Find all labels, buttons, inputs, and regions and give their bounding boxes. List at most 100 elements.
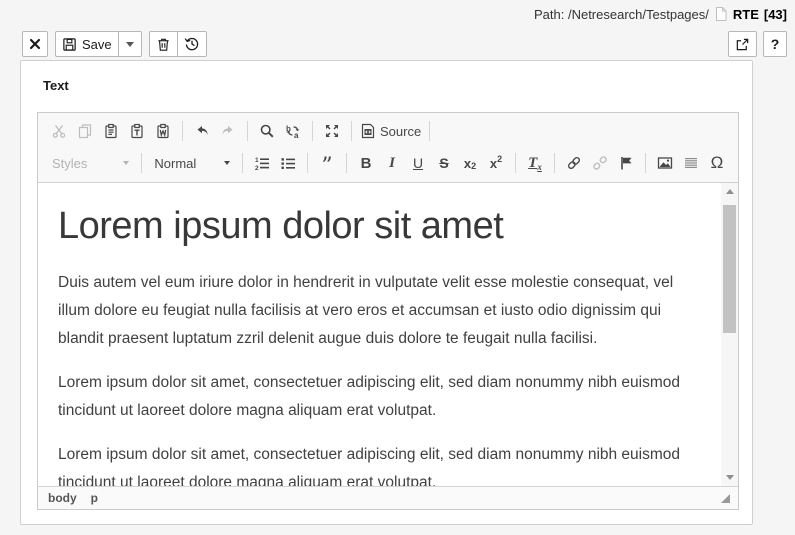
copy-icon [77, 123, 93, 139]
toolbar-separator [645, 153, 646, 173]
copy-button[interactable] [72, 118, 98, 144]
paste-word-icon [155, 123, 171, 139]
vertical-scrollbar[interactable] [721, 183, 738, 486]
chevron-down-icon [224, 161, 230, 165]
special-character-button[interactable]: Ω [704, 150, 730, 176]
scroll-up-icon [725, 189, 734, 194]
toolbar-separator [247, 121, 248, 141]
format-dropdown[interactable]: Normal [148, 150, 236, 176]
close-icon [29, 38, 41, 50]
styles-dropdown-label: Styles [52, 155, 88, 171]
rte-document[interactable]: Lorem ipsum dolor sit amet Duis autem ve… [38, 183, 721, 486]
paste-from-word-button[interactable] [150, 118, 176, 144]
paste-as-text-button[interactable] [124, 118, 150, 144]
numbered-list-icon: 12 [254, 155, 270, 171]
source-icon [360, 123, 376, 139]
history-icon [184, 36, 200, 52]
underline-icon: U [412, 155, 424, 171]
toolbar-separator [141, 153, 143, 173]
horizontal-line-button[interactable] [678, 150, 704, 176]
save-button-label: Save [82, 36, 112, 52]
italic-icon: I [389, 154, 395, 171]
link-icon [566, 155, 582, 171]
save-floppy-icon [62, 37, 77, 52]
paste-button[interactable] [98, 118, 124, 144]
paste-icon [103, 123, 119, 139]
bold-button[interactable]: B [353, 150, 379, 176]
resize-handle-icon[interactable] [721, 493, 730, 503]
delete-button[interactable] [148, 31, 178, 57]
scrollbar-thumb[interactable] [723, 205, 736, 333]
page-path-label: Path: /Netresearch/Testpages/ [534, 6, 709, 22]
document-icon [714, 6, 728, 22]
help-button[interactable]: ? [763, 31, 787, 57]
superscript-icon: x2 [489, 153, 503, 171]
rich-text-editor: ba Source Styles Normal 1 2 ” B I U S x … [37, 112, 739, 510]
toolbar-separator [312, 121, 313, 141]
toolbar-separator [351, 121, 352, 141]
bulleted-list-button[interactable] [275, 150, 301, 176]
docheader-buttons-left: Save [22, 31, 207, 57]
scroll-up-button[interactable] [721, 183, 738, 200]
svg-text:2: 2 [255, 165, 259, 171]
format-dropdown-label: Normal [154, 155, 197, 171]
toolbar-separator [307, 153, 308, 173]
chevron-down-icon [123, 161, 130, 165]
element-path-body[interactable]: body [48, 491, 77, 505]
close-button[interactable] [22, 31, 48, 57]
unlink-button[interactable] [587, 150, 613, 176]
source-button-label: Source [380, 123, 422, 139]
superscript-button[interactable]: x2 [483, 150, 509, 176]
styles-dropdown[interactable]: Styles [46, 150, 135, 176]
image-button[interactable] [652, 150, 678, 176]
strikethrough-button[interactable]: S [431, 150, 457, 176]
maximize-button[interactable] [319, 118, 345, 144]
svg-text:a: a [294, 131, 299, 139]
help-icon: ? [770, 36, 780, 52]
toolbar-separator [182, 121, 183, 141]
underline-button[interactable]: U [405, 150, 431, 176]
bold-icon: B [360, 154, 372, 172]
italic-button[interactable]: I [379, 150, 405, 176]
unlink-icon [592, 155, 608, 171]
horizontal-line-icon [683, 155, 699, 171]
blockquote-button[interactable]: ” [314, 150, 340, 179]
subscript-button[interactable]: x2 [457, 150, 483, 176]
element-path-p[interactable]: p [91, 491, 98, 505]
numbered-list-button[interactable]: 12 [249, 150, 275, 176]
find-icon [259, 123, 275, 139]
content-paragraph: Lorem ipsum dolor sit amet, consectetuer… [58, 374, 681, 419]
replace-button[interactable]: ba [280, 118, 306, 144]
anchor-flag-icon [618, 155, 634, 171]
save-button[interactable]: Save [55, 31, 119, 57]
subscript-icon: x2 [463, 155, 477, 171]
rte-toolbar-row-2: Styles Normal 12 ” B I U S x 2 x 2 T x Ω [46, 147, 730, 179]
redo-button[interactable] [215, 118, 241, 144]
history-button[interactable] [176, 31, 207, 57]
link-button[interactable] [561, 150, 587, 176]
cut-button[interactable] [46, 118, 72, 144]
dropdown-caret-icon [125, 41, 134, 47]
scroll-down-button[interactable] [721, 469, 738, 486]
save-options-button[interactable] [117, 31, 142, 57]
find-button[interactable] [254, 118, 280, 144]
content-paragraph: Lorem ipsum dolor sit amet, consectetuer… [58, 446, 681, 486]
open-new-window-icon [735, 37, 750, 52]
svg-text:1: 1 [255, 157, 259, 164]
source-button[interactable]: Source [358, 118, 423, 144]
content-paragraph: Duis autem vel eum iriure dolor in hendr… [58, 274, 674, 347]
bulleted-list-icon [280, 155, 296, 171]
undo-button[interactable] [189, 118, 215, 144]
rte-content-area[interactable]: Lorem ipsum dolor sit amet Duis autem ve… [38, 183, 738, 486]
undo-icon [194, 123, 210, 139]
anchor-button[interactable] [613, 150, 639, 176]
remove-format-button[interactable]: Tx [522, 150, 548, 176]
special-character-icon: Ω [710, 153, 724, 172]
blockquote-icon: ” [321, 154, 333, 179]
open-in-new-window-button[interactable] [728, 31, 757, 57]
breadcrumb: Path: /Netresearch/Testpages/ RTE [43] [534, 6, 787, 22]
remove-format-icon: Tx [528, 154, 542, 172]
paste-text-icon [129, 123, 145, 139]
rte-status-bar: body p [38, 486, 738, 509]
strikethrough-icon: S [439, 155, 449, 171]
